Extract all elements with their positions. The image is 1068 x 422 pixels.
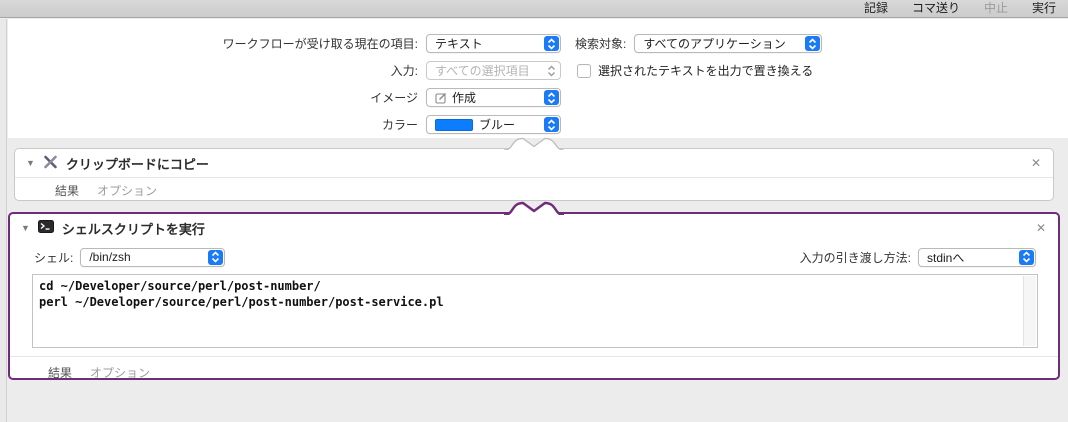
- current-item-popup[interactable]: テキスト: [426, 34, 561, 53]
- color-swatch: [435, 119, 473, 131]
- search-target-label: 検索対象:: [561, 35, 634, 52]
- close-icon[interactable]: ✕: [1031, 157, 1041, 169]
- image-value: 作成: [452, 89, 476, 106]
- action-run-shell-script[interactable]: ▼ シェルスクリプトを実行 ✕ シェル: /bin/zsh 入力の引き渡し方法:…: [8, 212, 1060, 380]
- results-button[interactable]: 結果: [55, 182, 79, 199]
- close-icon[interactable]: ✕: [1036, 222, 1046, 234]
- current-item-label: ワークフローが受け取る現在の項目:: [8, 35, 426, 52]
- action-header[interactable]: ▼ シェルスクリプトを実行 ✕: [10, 214, 1058, 242]
- color-popup[interactable]: ブルー: [426, 115, 561, 134]
- shell-value: /bin/zsh: [89, 250, 130, 264]
- stop-button: 中止: [984, 0, 1008, 17]
- disclosure-triangle-icon[interactable]: ▼: [26, 158, 35, 168]
- form-row-image: イメージ 作成: [8, 84, 1068, 111]
- compose-icon: [435, 92, 447, 104]
- popup-stepper-icon: [1019, 250, 1034, 265]
- shell-label: シェル:: [34, 249, 80, 266]
- pass-input-label: 入力の引き渡し方法:: [800, 249, 918, 266]
- results-button[interactable]: 結果: [48, 364, 72, 381]
- replace-text-checkbox[interactable]: [577, 64, 591, 78]
- input-popup: すべての選択項目: [426, 61, 561, 80]
- popup-stepper-icon: [805, 36, 820, 51]
- script-editor[interactable]: cd ~/Developer/source/perl/post-number/ …: [32, 274, 1038, 348]
- replace-text-checkbox-row: 選択されたテキストを出力で置き換える: [577, 62, 813, 79]
- action-footer: 結果 オプション: [15, 178, 1053, 203]
- replace-text-checkbox-label: 選択されたテキストを出力で置き換える: [598, 62, 813, 79]
- options-button[interactable]: オプション: [90, 364, 150, 381]
- options-button[interactable]: オプション: [97, 182, 157, 199]
- pass-input-popup[interactable]: stdinへ: [918, 248, 1036, 267]
- copy-to-clipboard-icon: [43, 155, 58, 172]
- workflow-connector: [498, 201, 570, 215]
- search-target-value: すべてのアプリケーション: [643, 35, 785, 52]
- run-button[interactable]: 実行: [1032, 0, 1056, 17]
- form-row-current-item: ワークフローが受け取る現在の項目: テキスト 検索対象: すべてのアプリケーショ…: [8, 30, 1068, 57]
- action-options-form: ワークフローが受け取る現在の項目: テキスト 検索対象: すべてのアプリケーショ…: [8, 19, 1068, 138]
- popup-stepper-icon: [544, 63, 559, 78]
- scrollbar[interactable]: [1023, 276, 1036, 346]
- pane-divider: [0, 19, 7, 422]
- image-label: イメージ: [8, 89, 426, 106]
- search-target-popup[interactable]: すべてのアプリケーション: [634, 34, 822, 53]
- popup-stepper-icon: [544, 90, 559, 105]
- script-text[interactable]: cd ~/Developer/source/perl/post-number/ …: [33, 275, 1037, 310]
- toolbar: 記録 コマ送り 中止 実行: [0, 0, 1068, 18]
- input-label: 入力:: [8, 62, 426, 79]
- pass-input-value: stdinへ: [927, 249, 964, 266]
- form-row-color: カラー ブルー: [8, 111, 1068, 138]
- record-button[interactable]: 記録: [864, 0, 888, 17]
- image-popup[interactable]: 作成: [426, 88, 561, 107]
- input-value: すべての選択項目: [435, 62, 530, 79]
- action-footer: 結果 オプション: [10, 357, 1058, 387]
- shell-options-row: シェル: /bin/zsh 入力の引き渡し方法: stdinへ: [10, 242, 1058, 270]
- color-value: ブルー: [479, 116, 515, 133]
- current-item-value: テキスト: [435, 35, 483, 52]
- workflow-connector: [498, 137, 570, 150]
- action-copy-to-clipboard[interactable]: ▼ クリップボードにコピー ✕ 結果 オプション: [14, 148, 1054, 201]
- step-button[interactable]: コマ送り: [912, 0, 960, 17]
- popup-stepper-icon: [544, 36, 559, 51]
- popup-stepper-icon: [544, 117, 559, 132]
- form-row-input: 入力: すべての選択項目 選択されたテキストを出力で置き換える: [8, 57, 1068, 84]
- action-title: シェルスクリプトを実行: [62, 219, 205, 238]
- terminal-icon: [38, 220, 54, 236]
- action-header[interactable]: ▼ クリップボードにコピー ✕: [15, 149, 1053, 177]
- popup-stepper-icon: [208, 250, 223, 265]
- disclosure-triangle-icon[interactable]: ▼: [21, 223, 30, 233]
- shell-popup[interactable]: /bin/zsh: [80, 248, 225, 267]
- color-label: カラー: [8, 116, 426, 133]
- action-title: クリップボードにコピー: [66, 154, 209, 173]
